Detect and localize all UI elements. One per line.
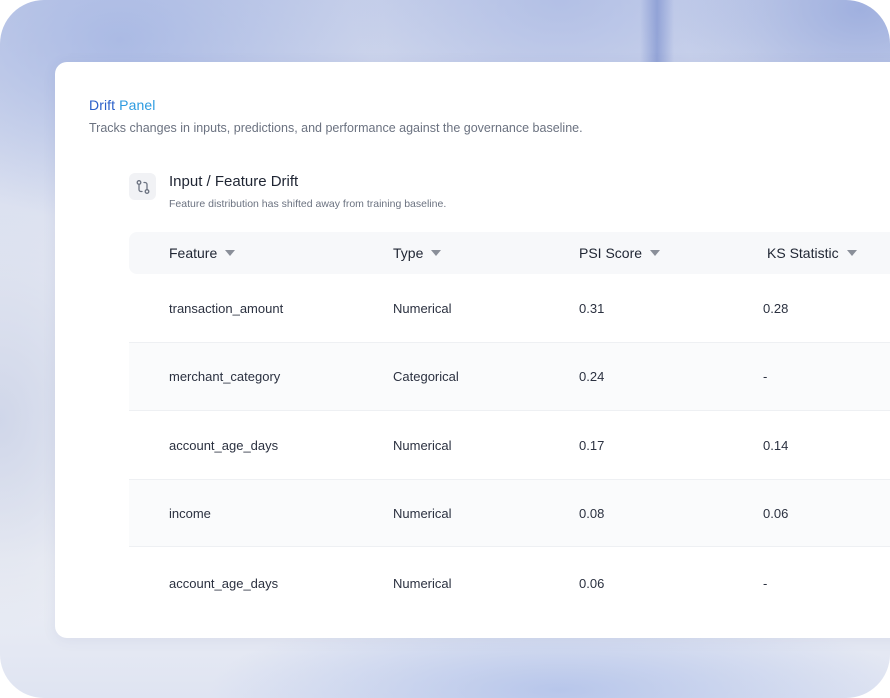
caret-down-icon	[650, 250, 661, 256]
section-title: Input / Feature Drift	[169, 173, 299, 190]
column-header-label: KS Statistic	[767, 245, 839, 261]
table-header: Feature Type PSI Score KS Statistic	[129, 232, 890, 274]
column-header-feature[interactable]: Feature	[169, 232, 236, 274]
background-streak	[640, 0, 674, 62]
cell-feature: account_age_days	[169, 575, 279, 591]
caret-down-icon	[431, 250, 442, 256]
cell-psi-score: 0.08	[579, 505, 605, 521]
cell-type: Numerical	[393, 575, 452, 591]
column-header-label: Feature	[169, 245, 218, 261]
column-header-psi-score[interactable]: PSI Score	[579, 232, 661, 274]
caret-down-icon	[225, 250, 236, 256]
panel-title: Drift Panel	[89, 97, 155, 113]
cell-ks-statistic: -	[763, 575, 768, 591]
column-header-type[interactable]: Type	[393, 232, 442, 274]
cell-ks-statistic: 0.06	[763, 505, 789, 521]
app-frame: Drift Panel Tracks changes in inputs, pr…	[0, 0, 890, 698]
cell-ks-statistic: -	[763, 369, 768, 384]
cell-psi-score: 0.24	[579, 369, 605, 384]
cell-type: Categorical	[393, 369, 459, 384]
cell-psi-score: 0.06	[579, 575, 605, 591]
cell-ks-statistic: 0.14	[763, 437, 789, 453]
column-header-label: PSI Score	[579, 245, 643, 261]
drift-panel-card: Drift Panel Tracks changes in inputs, pr…	[55, 62, 890, 638]
panel-description: Tracks changes in inputs, predictions, a…	[89, 121, 583, 135]
feature-drift-table: Feature Type PSI Score KS Statistic tran	[129, 232, 890, 619]
table-row: account_age_days Numerical 0.17 0.14	[129, 411, 890, 480]
cell-feature: merchant_category	[169, 369, 281, 384]
table-row: income Numerical 0.08 0.06	[129, 480, 890, 547]
cell-ks-statistic: 0.28	[763, 300, 789, 316]
table-row: account_age_days Numerical 0.06 -	[129, 547, 890, 619]
cell-feature: transaction_amount	[169, 300, 284, 316]
table-row: merchant_category Categorical 0.24 -	[129, 343, 890, 411]
cell-type: Numerical	[393, 437, 452, 453]
cell-type: Numerical	[393, 300, 452, 316]
cell-psi-score: 0.31	[579, 300, 605, 316]
git-compare-icon	[129, 173, 156, 200]
column-header-ks-statistic[interactable]: KS Statistic	[767, 232, 857, 274]
table-row: transaction_amount Numerical 0.31 0.28	[129, 274, 890, 343]
cell-psi-score: 0.17	[579, 437, 605, 453]
cell-feature: income	[169, 505, 211, 521]
cell-type: Numerical	[393, 505, 452, 521]
panel-title-word-1: Drift	[89, 97, 116, 113]
cell-feature: account_age_days	[169, 437, 279, 453]
section-subtitle: Feature distribution has shifted away fr…	[169, 198, 447, 210]
caret-down-icon	[846, 250, 857, 256]
panel-title-word-2: Panel	[119, 97, 156, 113]
column-header-label: Type	[393, 245, 424, 261]
